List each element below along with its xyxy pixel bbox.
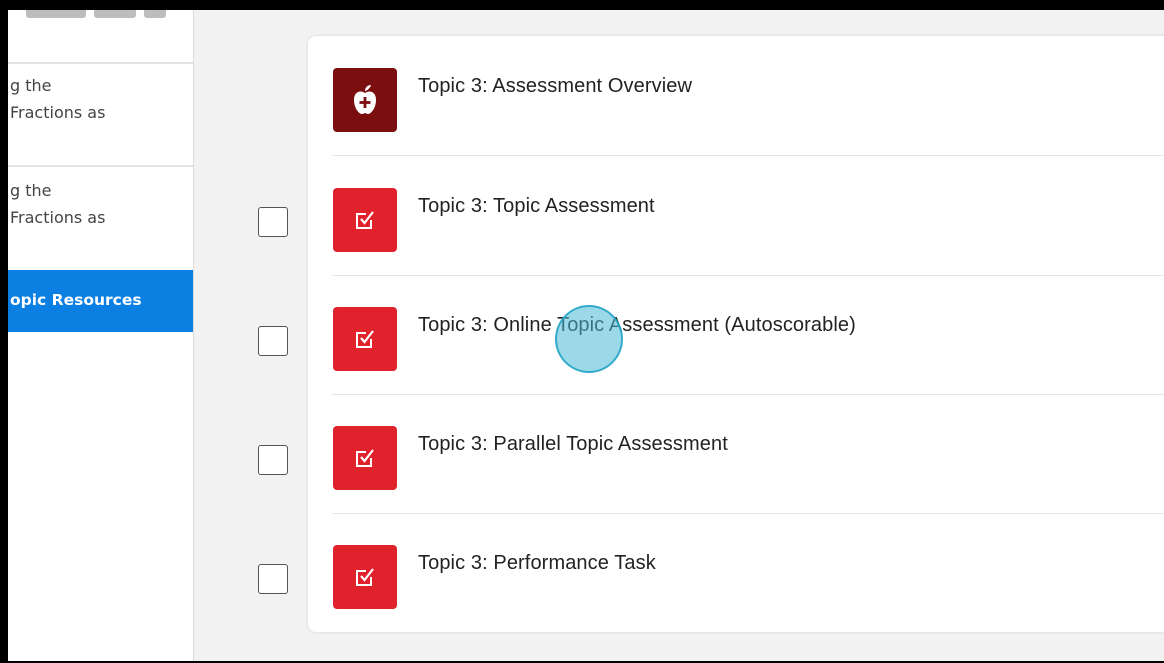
resource-row[interactable]: Topic 3: Topic Assessment	[332, 156, 1164, 276]
click-highlight-cursor	[555, 305, 623, 373]
select-checkbox[interactable]	[258, 445, 288, 475]
cut-off-text	[94, 10, 136, 18]
resource-title[interactable]: Topic 3: Topic Assessment	[418, 195, 655, 218]
checked-box-icon	[333, 426, 397, 490]
resource-title[interactable]: Topic 3: Online Topic Assessment (Autosc…	[418, 314, 856, 337]
resource-row[interactable]: Topic 3: Performance Task	[332, 513, 1164, 632]
resource-title[interactable]: Topic 3: Assessment Overview	[418, 75, 692, 98]
checked-box-icon	[333, 545, 397, 609]
sidebar-item-lesson[interactable]: g the Fractions as	[8, 165, 193, 269]
resource-title[interactable]: Topic 3: Parallel Topic Assessment	[418, 433, 728, 456]
sidebar-item-label: g the	[10, 76, 52, 95]
cut-off-text	[144, 10, 166, 18]
sidebar-item-label: Fractions as	[10, 208, 106, 227]
sidebar: g the Fractions as g the Fractions as op…	[8, 10, 194, 661]
resource-title[interactable]: Topic 3: Performance Task	[418, 552, 656, 575]
checked-box-icon	[333, 188, 397, 252]
sidebar-item-label: g the	[10, 181, 52, 200]
select-checkbox[interactable]	[258, 564, 288, 594]
resource-row[interactable]: Topic 3: Online Topic Assessment (Autosc…	[332, 275, 1164, 395]
checked-box-icon	[333, 307, 397, 371]
sidebar-item-topic-resources[interactable]: opic Resources	[8, 270, 193, 332]
apple-plus-icon	[333, 68, 397, 132]
select-checkbox[interactable]	[258, 207, 288, 237]
sidebar-item-lesson[interactable]: g the Fractions as	[8, 72, 193, 174]
sidebar-item-label: opic Resources	[10, 291, 142, 309]
resource-list-panel: Topic 3: Assessment Overview Topic 3: To…	[308, 36, 1164, 632]
resource-row[interactable]: Topic 3: Parallel Topic Assessment	[332, 394, 1164, 514]
resource-row[interactable]: Topic 3: Assessment Overview	[332, 36, 1164, 156]
sidebar-item-label: Fractions as	[10, 103, 106, 122]
select-checkbox[interactable]	[258, 326, 288, 356]
cut-off-text	[26, 10, 86, 18]
sidebar-item-cut-off[interactable]	[8, 10, 193, 64]
